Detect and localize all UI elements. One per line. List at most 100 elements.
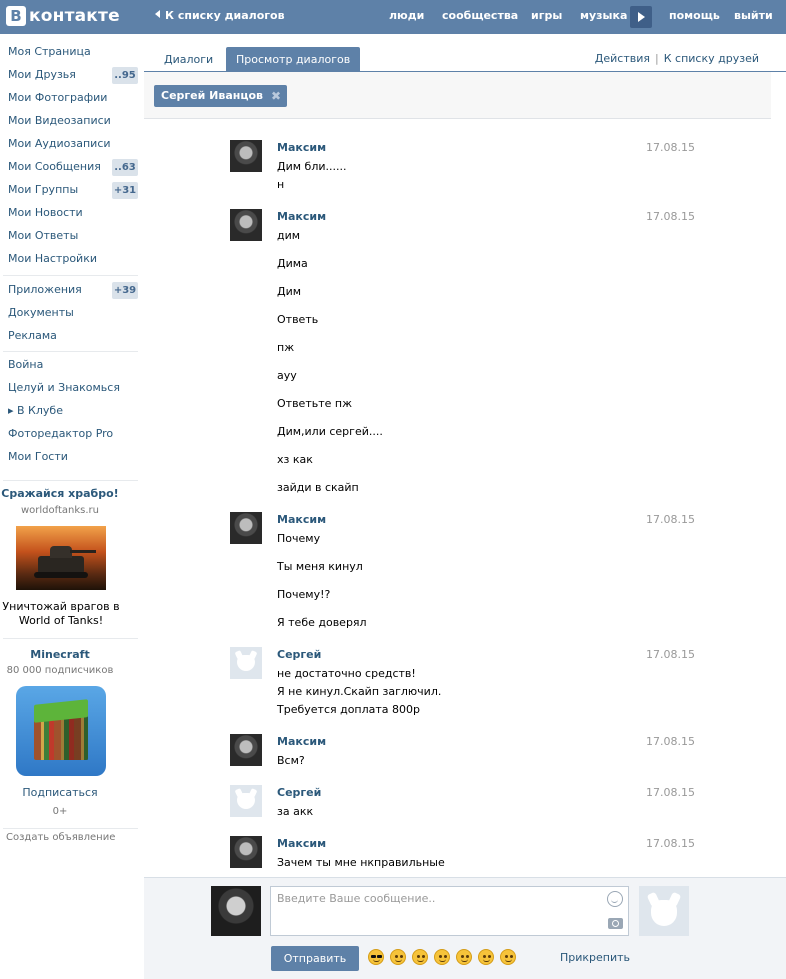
- emoji-smile-icon[interactable]: [412, 949, 428, 965]
- actions-link[interactable]: Действия: [595, 52, 650, 65]
- dog-avatar-icon: [651, 900, 677, 926]
- sidebar-item[interactable]: Мои Группы: [8, 181, 78, 199]
- tanks-ad-image[interactable]: [16, 526, 106, 590]
- author-avatar[interactable]: [230, 512, 262, 544]
- sidebar-item[interactable]: Война: [8, 356, 43, 374]
- peer-avatar[interactable]: [639, 886, 689, 936]
- ad-tanks-text-2: World of Tanks!: [18, 614, 104, 627]
- sidebar-item[interactable]: Приложения: [8, 281, 82, 299]
- vk-logo[interactable]: В контакте: [6, 5, 120, 27]
- message-text: хз как: [277, 453, 313, 466]
- tab-view-dialogs[interactable]: Просмотр диалогов: [226, 47, 361, 72]
- sidebar-item[interactable]: Мои Гости: [8, 448, 68, 466]
- nav-communities[interactable]: сообщества: [442, 9, 518, 22]
- sidebar-item[interactable]: Мои Новости: [8, 204, 83, 222]
- ad-minecraft-subscribers: 80 000 подписчиков: [6, 665, 114, 676]
- tabs-right-links: Действия | К списку друзей: [595, 52, 759, 65]
- ad-tanks-text-1: Уничтожай врагов в: [2, 600, 120, 613]
- message-author[interactable]: Максим: [277, 735, 326, 748]
- message-text: Я тебе доверял: [277, 616, 367, 629]
- my-avatar[interactable]: [211, 886, 261, 936]
- sidebar-item[interactable]: ▸ В Клубе: [8, 402, 63, 420]
- subscribe-link[interactable]: Подписаться: [0, 786, 120, 799]
- sidebar-item[interactable]: Мои Сообщения: [8, 158, 101, 176]
- close-icon[interactable]: ✖: [271, 85, 281, 107]
- dog-avatar-icon[interactable]: [230, 647, 262, 679]
- emoji-cool-icon[interactable]: [368, 949, 384, 965]
- tab-dialogs[interactable]: Диалоги: [154, 47, 223, 72]
- play-music-button[interactable]: [630, 6, 652, 28]
- sidebar-item[interactable]: Реклама: [8, 327, 57, 345]
- message-text: Дим бли......: [277, 160, 347, 173]
- message-text: Дим,или сергей....: [277, 425, 383, 438]
- sidebar-item[interactable]: Фоторедактор Pro: [8, 425, 113, 443]
- sidebar-item[interactable]: Мои Ответы: [8, 227, 78, 245]
- sidebar-divider: [3, 351, 138, 352]
- nav-help[interactable]: помощь: [669, 9, 720, 22]
- contact-filter-chip[interactable]: Сергей Иванцов ✖: [154, 85, 288, 107]
- sidebar-item[interactable]: Мои Друзья: [8, 66, 76, 84]
- count-badge[interactable]: ..95: [112, 67, 138, 84]
- message-date: 17.08.15: [646, 837, 695, 850]
- sidebar-item[interactable]: Мои Видеозаписи: [8, 112, 111, 130]
- friends-list-link[interactable]: К списку друзей: [664, 52, 759, 65]
- message-text: ауу: [277, 369, 297, 382]
- message-author[interactable]: Максим: [277, 141, 326, 154]
- sidebar-item[interactable]: Мои Настройки: [8, 250, 97, 268]
- filter-bar: Сергей Иванцов ✖: [144, 72, 771, 119]
- message-author[interactable]: Сергей: [277, 648, 321, 661]
- camera-icon[interactable]: [608, 918, 623, 929]
- emoji-happy-icon[interactable]: [500, 949, 516, 965]
- message-text: не достаточно средств!: [277, 667, 416, 680]
- nav-exit[interactable]: выйти: [734, 9, 773, 22]
- sidebar-item[interactable]: Мои Аудиозаписи: [8, 135, 111, 153]
- sidebar-divider: [3, 828, 138, 829]
- nav-people[interactable]: люди: [389, 9, 424, 22]
- sidebar-divider: [3, 275, 138, 276]
- message-text: Я не кинул.Скайп заглючил.: [277, 685, 442, 698]
- emoji-neutral-icon[interactable]: [456, 949, 472, 965]
- message-history[interactable]: Максим 17.08.15 Дим бли...... н Максим 17.08.…: [144, 120, 771, 876]
- sidebar-item[interactable]: Мои Фотографии: [8, 89, 107, 107]
- back-to-dialogs-link[interactable]: К списку диалогов: [155, 9, 285, 22]
- count-badge[interactable]: +31: [112, 182, 138, 199]
- message-input[interactable]: [270, 886, 629, 936]
- attach-link[interactable]: Прикрепить: [560, 951, 630, 964]
- message-date: 17.08.15: [646, 735, 695, 748]
- message-author[interactable]: Максим: [277, 837, 326, 850]
- nav-music[interactable]: музыка: [580, 9, 627, 22]
- message-date: 17.08.15: [646, 141, 695, 154]
- message-author[interactable]: Максим: [277, 210, 326, 223]
- chip-label: Сергей Иванцов: [161, 89, 264, 102]
- nav-games[interactable]: игры: [531, 9, 562, 22]
- message-author[interactable]: Максим: [277, 513, 326, 526]
- message-text: Дима: [277, 257, 308, 270]
- count-badge[interactable]: ..63: [112, 159, 138, 176]
- arrow-left-icon: [155, 10, 160, 18]
- top-bar: В контакте К списку диалогов люди сообще…: [0, 0, 786, 34]
- ad-tanks-title[interactable]: Сражайся храбро!: [0, 487, 120, 500]
- emoji-grin-icon[interactable]: [434, 949, 450, 965]
- minecraft-ad-image[interactable]: [16, 686, 106, 776]
- author-avatar[interactable]: [230, 734, 262, 766]
- ad-minecraft-title[interactable]: Minecraft: [0, 648, 120, 661]
- author-avatar[interactable]: [230, 836, 262, 868]
- dog-avatar-icon[interactable]: [230, 785, 262, 817]
- emoji-picker-icon[interactable]: [607, 891, 623, 907]
- message-text: зайди в скайп: [277, 481, 359, 494]
- author-avatar[interactable]: [230, 140, 262, 172]
- link-separator: |: [655, 52, 659, 65]
- send-button[interactable]: Отправить: [271, 946, 359, 971]
- sidebar-item[interactable]: Целуй и Знакомься: [8, 379, 120, 397]
- count-badge[interactable]: +39: [112, 282, 138, 299]
- emoji-laugh-icon[interactable]: [390, 949, 406, 965]
- create-ad-link[interactable]: Создать объявление: [6, 832, 115, 843]
- message-author[interactable]: Сергей: [277, 786, 321, 799]
- emoji-shocked-icon[interactable]: [478, 949, 494, 965]
- sidebar-item[interactable]: Документы: [8, 304, 74, 322]
- sidebar-divider: [3, 638, 138, 639]
- author-avatar[interactable]: [230, 209, 262, 241]
- sidebar: Моя Страница Мои Друзья ..95 Мои Фотографии…: [0, 34, 144, 979]
- age-rating: 0+: [52, 806, 68, 817]
- sidebar-item[interactable]: Моя Страница: [8, 43, 91, 61]
